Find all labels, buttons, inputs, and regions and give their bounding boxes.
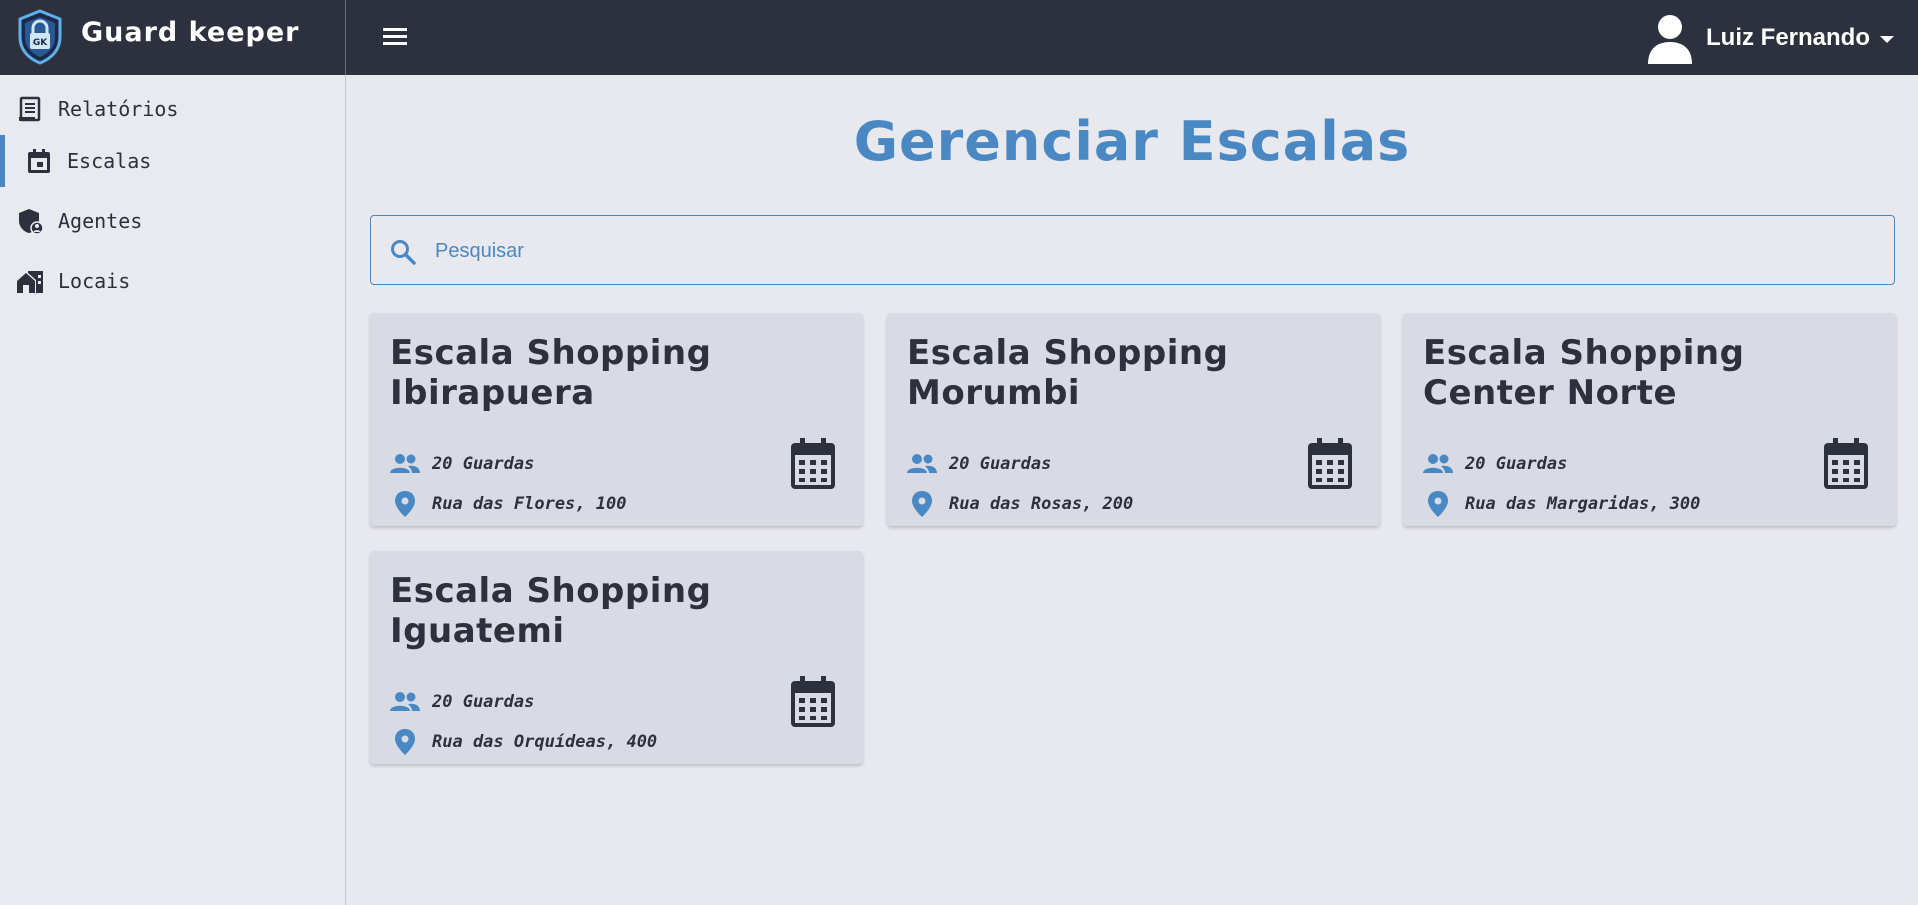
sidebar-item-label: Relatórios	[58, 97, 179, 121]
calendar-icon[interactable]	[1822, 437, 1870, 491]
sidebar-item-escalas[interactable]: Escalas	[0, 135, 345, 187]
people-icon	[390, 454, 420, 473]
user-name: Luiz Fernando	[1706, 24, 1870, 51]
user-menu[interactable]: Luiz Fernando	[1646, 12, 1894, 64]
card-address-row: Rua das Orquídeas, 400	[390, 728, 657, 756]
calendar-icon[interactable]	[789, 437, 837, 491]
calendar-icon[interactable]	[789, 675, 837, 729]
search-bar[interactable]	[370, 215, 1895, 285]
brand-name: Guard keeper	[81, 17, 300, 48]
card-title: Escala Shopping Ibirapuera	[390, 333, 712, 413]
card-guards: 20 Guardas	[432, 692, 535, 712]
card-address: Rua das Rosas, 200	[949, 494, 1134, 514]
buildings-icon	[17, 271, 43, 293]
sidebar-item-locais[interactable]: Locais	[0, 255, 345, 307]
location-pin-icon	[395, 729, 415, 755]
card-title: Escala Shopping Iguatemi	[390, 571, 712, 651]
sidebar: Relatórios Escalas Agentes Locais	[0, 75, 346, 905]
brand[interactable]: GK Guard keeper	[0, 0, 346, 75]
page-title: Gerenciar Escalas	[853, 110, 1411, 173]
card-title: Escala Shopping Morumbi	[907, 333, 1229, 413]
card-guards-row: 20 Guardas	[907, 450, 1051, 478]
location-pin-icon	[1428, 491, 1448, 517]
card-guards-row: 20 Guardas	[1423, 450, 1567, 478]
location-pin-icon	[912, 491, 932, 517]
schedule-card[interactable]: Escala Shopping Morumbi 20 Guardas Rua d…	[887, 313, 1380, 526]
people-icon	[907, 454, 937, 473]
calendar-icon	[28, 149, 50, 173]
chevron-down-icon	[1880, 35, 1894, 43]
schedule-card[interactable]: Escala Shopping Ibirapuera 20 Guardas Ru…	[370, 313, 863, 526]
svg-text:GK: GK	[33, 38, 48, 48]
shield-user-icon	[19, 209, 44, 235]
sidebar-item-label: Agentes	[58, 209, 143, 233]
hamburger-menu-icon[interactable]	[380, 24, 410, 50]
guard-keeper-logo-icon: GK	[18, 9, 62, 65]
card-address-row: Rua das Flores, 100	[390, 490, 626, 518]
schedule-card[interactable]: Escala Shopping Center Norte 20 Guardas …	[1403, 313, 1896, 526]
card-guards: 20 Guardas	[432, 454, 535, 474]
sidebar-item-relatorios[interactable]: Relatórios	[0, 83, 345, 135]
card-address-row: Rua das Margaridas, 300	[1423, 490, 1700, 518]
people-icon	[390, 692, 420, 711]
people-icon	[1423, 454, 1453, 473]
sidebar-item-agentes[interactable]: Agentes	[0, 195, 345, 247]
user-avatar-icon	[1648, 15, 1692, 64]
search-icon	[391, 240, 416, 265]
card-guards: 20 Guardas	[949, 454, 1052, 474]
calendar-icon[interactable]	[1306, 437, 1354, 491]
card-guards-row: 20 Guardas	[390, 450, 534, 478]
search-input[interactable]	[435, 234, 1835, 268]
top-bar: GK Guard keeper Luiz Fernando	[0, 0, 1918, 75]
schedule-card[interactable]: Escala Shopping Iguatemi 20 Guardas Rua …	[370, 551, 863, 764]
card-address-row: Rua das Rosas, 200	[907, 490, 1133, 518]
card-address: Rua das Flores, 100	[432, 494, 627, 514]
card-address: Rua das Orquídeas, 400	[432, 732, 658, 752]
sidebar-item-label: Escalas	[67, 149, 152, 173]
card-title: Escala Shopping Center Norte	[1423, 333, 1745, 413]
location-pin-icon	[395, 491, 415, 517]
sidebar-item-label: Locais	[58, 269, 131, 293]
card-guards: 20 Guardas	[1465, 454, 1568, 474]
card-address: Rua das Margaridas, 300	[1465, 494, 1701, 514]
report-icon	[19, 96, 41, 122]
card-guards-row: 20 Guardas	[390, 688, 534, 716]
